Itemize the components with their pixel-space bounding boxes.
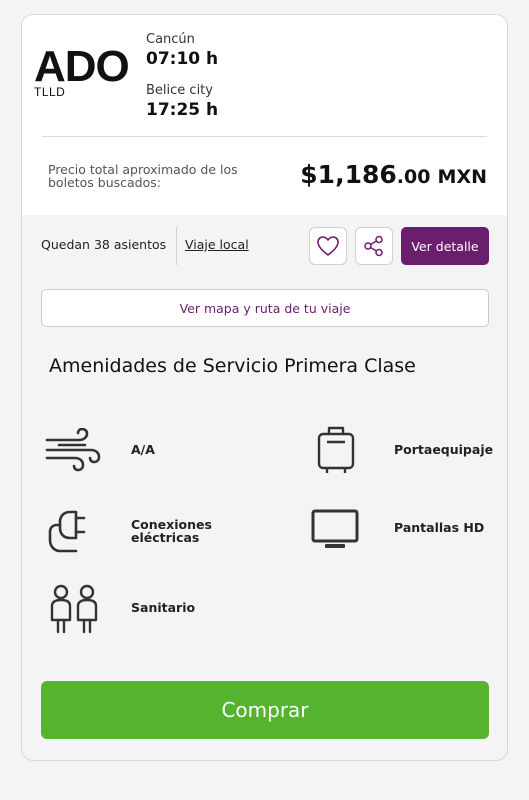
amenity-power-outlets: Conexiones eléctricas (48, 504, 212, 556)
seats-remaining: Quedan 38 asientos (41, 237, 167, 252)
price-whole: $1,186 (300, 160, 397, 189)
buy-button[interactable]: Comprar (41, 681, 489, 739)
price-currency: MXN (437, 166, 487, 188)
origin-city: Cancún (146, 32, 195, 47)
divider (176, 227, 177, 265)
amenity-label: Pantallas HD (394, 520, 485, 535)
amenity-luggage: Portaequipaje (317, 425, 493, 475)
amenity-air-conditioning: A/A (45, 428, 155, 472)
luggage-icon (317, 426, 355, 473)
departure-time: 07:10 h (146, 49, 219, 69)
view-map-button[interactable]: Ver mapa y ruta de tu viaje (41, 289, 489, 327)
air-conditioning-icon (45, 428, 101, 472)
arrival-time: 17:25 h (146, 100, 219, 120)
amenities-title: Amenidades de Servicio Primera Clase (49, 355, 416, 377)
trip-card: ADO TLLD Cancún 07:10 h Belice city 17:2… (21, 14, 508, 761)
favorite-button[interactable] (309, 227, 347, 265)
share-icon (364, 235, 383, 257)
tv-screen-icon (311, 509, 359, 548)
divider (42, 136, 487, 137)
amenity-label: Portaequipaje (394, 442, 494, 457)
origin-stop: Cancún 07:10 h (146, 32, 218, 69)
destination-city: Belice city (146, 83, 213, 98)
view-detail-button[interactable]: Ver detalle (401, 227, 489, 265)
destination-stop: Belice city 17:25 h (146, 83, 218, 120)
share-button[interactable] (355, 227, 393, 265)
amenity-label: Conexiones eléctricas (131, 517, 212, 545)
restroom-icon (50, 584, 98, 634)
trip-summary: ADO TLLD Cancún 07:10 h Belice city 17:2… (22, 15, 507, 215)
trip-type-link[interactable]: Viaje local (185, 237, 249, 252)
total-price: $1,186.00 MXN (300, 160, 487, 189)
price-label: Precio total aproximado de los boletos b… (48, 162, 238, 190)
operator-logo-text: ADO (34, 42, 130, 91)
power-plug-icon (48, 510, 86, 553)
heart-icon (317, 236, 339, 256)
amenity-hd-screens: Pantallas HD (311, 509, 484, 551)
amenity-label: A/A (131, 442, 155, 457)
price-cents: .00 (396, 166, 431, 188)
amenity-label: Sanitario (131, 600, 196, 615)
amenity-restroom: Sanitario (46, 584, 195, 634)
operator-logo: ADO TLLD (34, 42, 130, 100)
